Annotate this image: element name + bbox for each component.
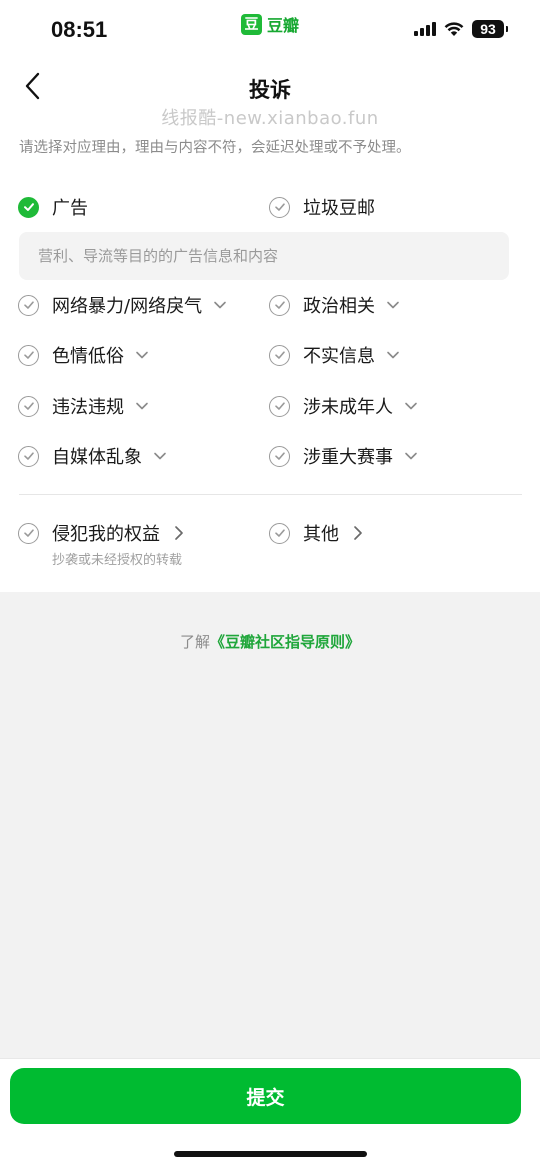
douban-logo-icon: 豆	[241, 13, 262, 35]
chevron-down-icon[interactable]	[404, 449, 418, 463]
checkmark-icon	[18, 522, 39, 544]
checkmark-icon	[269, 445, 290, 467]
checkmark-icon	[18, 395, 39, 417]
option-label: 侵犯我的权益	[52, 524, 160, 545]
chevron-down-icon[interactable]	[386, 348, 400, 362]
chevron-down-icon[interactable]	[135, 399, 149, 413]
checkmark-icon	[269, 196, 290, 218]
battery-indicator: 93	[472, 20, 508, 38]
checkmark-icon	[269, 344, 290, 366]
chevron-down-icon[interactable]	[386, 298, 400, 312]
submit-button[interactable]: 提交	[10, 1068, 521, 1124]
option-other[interactable]: 其他	[269, 519, 365, 547]
instruction-text: 请选择对应理由，理由与内容不符，会延迟处理或不予处理。	[19, 140, 411, 156]
wifi-icon	[444, 22, 464, 36]
community-guidelines-link[interactable]: 《豆瓣社区指导原则》	[210, 633, 360, 651]
option-sublabel: 抄袭或未经授权的转载	[52, 553, 183, 568]
option-label: 不实信息	[303, 346, 375, 367]
signal-icon	[414, 22, 436, 36]
selected-reason-description: 营利、导流等目的的广告信息和内容	[19, 232, 509, 280]
option-pornography[interactable]: 色情低俗	[18, 341, 149, 369]
option-label: 广告	[52, 198, 88, 219]
option-spam-mail[interactable]: 垃圾豆邮	[269, 193, 375, 221]
checkmark-icon	[18, 196, 39, 218]
community-guide: 了解《豆瓣社区指导原则》	[0, 631, 540, 652]
chevron-down-icon[interactable]	[213, 298, 227, 312]
home-indicator[interactable]	[174, 1151, 367, 1157]
page-title: 投诉	[249, 78, 291, 102]
checkmark-icon	[269, 294, 290, 316]
option-label: 违法违规	[52, 397, 124, 418]
option-label: 其他	[303, 524, 339, 545]
option-misinformation[interactable]: 不实信息	[269, 341, 400, 369]
option-cyberbullying[interactable]: 网络暴力/网络戾气	[18, 291, 227, 319]
option-major-events[interactable]: 涉重大赛事	[269, 442, 418, 470]
checkmark-icon	[269, 395, 290, 417]
app-name: 豆瓣	[267, 16, 300, 35]
status-icons: 93	[414, 20, 508, 38]
option-ad[interactable]: 广告	[18, 193, 88, 221]
option-label: 涉重大赛事	[303, 447, 393, 468]
option-label: 垃圾豆邮	[303, 198, 375, 219]
chevron-down-icon[interactable]	[404, 399, 418, 413]
option-label: 自媒体乱象	[52, 447, 142, 468]
option-rights-infringement[interactable]: 侵犯我的权益	[18, 519, 186, 547]
option-label: 政治相关	[303, 296, 375, 317]
option-self-media-chaos[interactable]: 自媒体乱象	[18, 442, 167, 470]
chevron-right-icon[interactable]	[172, 525, 186, 541]
guide-prefix: 了解	[179, 633, 210, 651]
checkmark-icon	[269, 522, 290, 544]
option-politics[interactable]: 政治相关	[269, 291, 400, 319]
chevron-down-icon[interactable]	[153, 449, 167, 463]
divider	[19, 494, 522, 495]
chevron-down-icon[interactable]	[135, 348, 149, 362]
app-badge: 豆 豆瓣	[241, 12, 299, 36]
checkmark-icon	[18, 344, 39, 366]
option-label: 色情低俗	[52, 346, 124, 367]
checkmark-icon	[18, 294, 39, 316]
status-time: 08:51	[51, 17, 108, 42]
option-illegal[interactable]: 违法违规	[18, 392, 149, 420]
watermark: 线报酷-new.xianbao.fun	[161, 108, 379, 129]
checkmark-icon	[18, 445, 39, 467]
option-minors[interactable]: 涉未成年人	[269, 392, 418, 420]
option-label: 涉未成年人	[303, 397, 393, 418]
option-label: 网络暴力/网络戾气	[52, 296, 203, 317]
chevron-right-icon[interactable]	[351, 525, 365, 541]
